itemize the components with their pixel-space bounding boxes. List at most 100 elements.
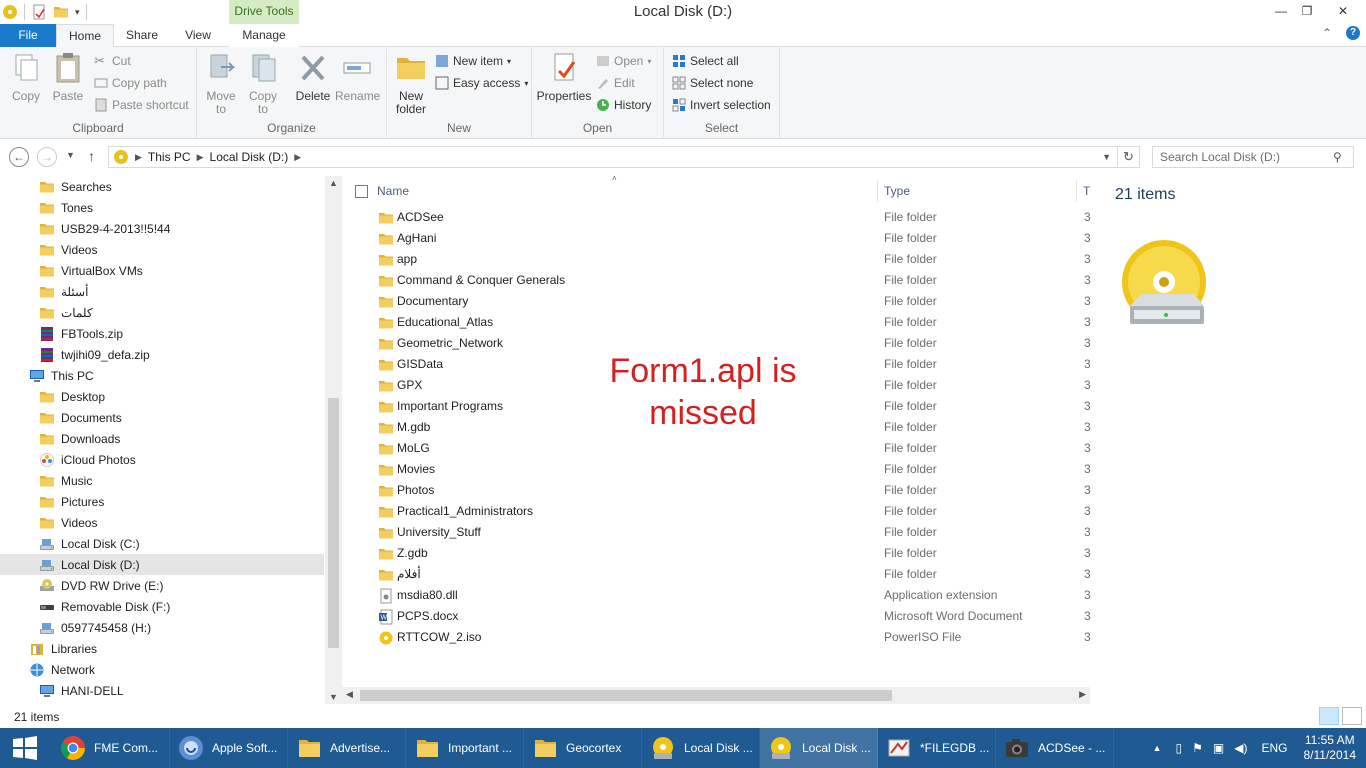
history-button[interactable]: History: [596, 95, 651, 115]
taskbar-item[interactable]: Apple Soft...: [170, 728, 288, 768]
scroll-up-icon[interactable]: ▲: [325, 178, 342, 188]
nav-tree-item[interactable]: Local Disk (C:): [0, 533, 324, 554]
network-tray-icon[interactable]: ▣: [1213, 741, 1224, 755]
tab-file[interactable]: File: [0, 24, 56, 47]
taskbar-item[interactable]: *FILEGDB ...: [878, 728, 996, 768]
nav-tree-item[interactable]: أسئلة: [0, 281, 324, 302]
breadcrumb-local-disk[interactable]: Local Disk (D:): [210, 150, 289, 164]
nav-tree-item[interactable]: Local Disk (D:): [0, 554, 324, 575]
select-none-button[interactable]: Select none: [672, 73, 753, 93]
taskbar-item[interactable]: Advertise...: [288, 728, 406, 768]
paste-shortcut-button[interactable]: Paste shortcut: [94, 95, 189, 115]
taskbar-item[interactable]: Important ...: [406, 728, 524, 768]
file-row[interactable]: Practical1_Administrators File folder 3: [374, 501, 1091, 522]
move-to-button[interactable]: Move to: [203, 51, 239, 116]
restore-button[interactable]: ❐: [1294, 0, 1320, 22]
invert-selection-button[interactable]: Invert selection: [672, 95, 771, 115]
column-header-type[interactable]: Type: [884, 180, 1074, 202]
paste-button[interactable]: Paste: [50, 51, 86, 103]
refresh-icon[interactable]: ↻: [1117, 147, 1139, 167]
copy-path-button[interactable]: Copy path: [94, 73, 167, 93]
nav-tree-item[interactable]: Videos: [0, 239, 324, 260]
file-row[interactable]: Documentary File folder 3: [374, 291, 1091, 312]
navigation-scrollbar[interactable]: ▲ ▼: [325, 176, 342, 704]
close-button[interactable]: ✕: [1320, 0, 1366, 22]
nav-tree-item[interactable]: HANI-DELL: [0, 680, 324, 701]
column-header-size[interactable]: T: [1083, 180, 1090, 202]
recent-locations-icon[interactable]: ▼: [66, 150, 75, 160]
taskbar-item[interactable]: Local Disk ...: [642, 728, 760, 768]
file-row[interactable]: app File folder 3: [374, 249, 1091, 270]
select-all-button[interactable]: Select all: [672, 51, 739, 71]
file-row[interactable]: AgHani File folder 3: [374, 228, 1091, 249]
nav-tree-item[interactable]: Removable Disk (F:): [0, 596, 324, 617]
forward-button[interactable]: →: [37, 147, 57, 167]
back-button[interactable]: ←: [9, 147, 29, 167]
breadcrumb-separator-icon[interactable]: ▶: [197, 152, 204, 163]
file-row[interactable]: MoLG File folder 3: [374, 438, 1091, 459]
tab-share[interactable]: Share: [116, 24, 168, 47]
nav-tree-item[interactable]: FBTools.zip: [0, 323, 324, 344]
nav-tree-item[interactable]: twjihi09_defa.zip: [0, 344, 324, 365]
nav-tree-item[interactable]: This PC: [0, 365, 324, 386]
taskbar-item[interactable]: FME Com...: [52, 728, 170, 768]
file-row[interactable]: Command & Conquer Generals File folder 3: [374, 270, 1091, 291]
nav-tree-item[interactable]: Pictures: [0, 491, 324, 512]
nav-tree-item[interactable]: DVD RW Drive (E:): [0, 575, 324, 596]
large-icons-view-button[interactable]: [1342, 707, 1362, 725]
new-folder-button[interactable]: New folder: [393, 51, 429, 116]
show-hidden-icons-icon[interactable]: ▲: [1153, 743, 1162, 753]
address-dropdown-icon[interactable]: ▼: [1102, 152, 1111, 162]
easy-access-button[interactable]: Easy access ▾: [435, 73, 528, 93]
tab-manage[interactable]: Manage: [229, 24, 299, 47]
nav-tree-item[interactable]: Desktop: [0, 386, 324, 407]
clock[interactable]: 11:55 AM 8/11/2014: [1304, 733, 1357, 763]
new-item-button[interactable]: New item ▾: [435, 51, 511, 71]
properties-button[interactable]: Properties: [536, 51, 592, 103]
nav-tree-item[interactable]: iCloud Photos: [0, 449, 324, 470]
nav-tree-item[interactable]: Downloads: [0, 428, 324, 449]
minimize-button[interactable]: —: [1268, 0, 1294, 22]
file-row[interactable]: RTTCOW_2.iso PowerISO File 3: [374, 627, 1091, 648]
details-view-button[interactable]: [1319, 707, 1339, 725]
copy-to-button[interactable]: Copy to: [245, 51, 281, 116]
scrollbar-thumb[interactable]: [328, 398, 339, 648]
edit-button[interactable]: Edit: [596, 73, 635, 93]
file-row[interactable]: University_Stuff File folder 3: [374, 522, 1091, 543]
file-row[interactable]: Photos File folder 3: [374, 480, 1091, 501]
tab-home[interactable]: Home: [56, 24, 114, 48]
column-divider[interactable]: [1076, 180, 1077, 202]
scroll-right-icon[interactable]: ▶: [1079, 689, 1086, 700]
volume-icon[interactable]: ◀): [1234, 741, 1247, 755]
select-all-checkbox[interactable]: [355, 185, 368, 198]
cut-button[interactable]: ✂ Cut: [94, 51, 131, 71]
column-divider[interactable]: [877, 180, 878, 202]
copy-button[interactable]: Copy: [8, 51, 44, 103]
nav-tree-item[interactable]: Network: [0, 659, 324, 680]
up-arrow-icon[interactable]: ↑: [88, 148, 95, 164]
nav-tree-item[interactable]: USB29-4-2013!!5!44: [0, 218, 324, 239]
file-row[interactable]: أفلام File folder 3: [374, 564, 1091, 585]
breadcrumb-separator-icon[interactable]: ▶: [294, 152, 301, 163]
breadcrumb-separator-icon[interactable]: ▶: [135, 152, 142, 163]
nav-tree-item[interactable]: Documents: [0, 407, 324, 428]
open-button[interactable]: Open ▾: [596, 51, 651, 71]
file-row[interactable]: Movies File folder 3: [374, 459, 1091, 480]
file-list-horizontal-scrollbar[interactable]: ◀ ▶: [342, 687, 1090, 704]
column-header-name[interactable]: Name: [377, 180, 875, 202]
taskbar-item[interactable]: Geocortex: [524, 728, 642, 768]
scroll-down-icon[interactable]: ▼: [325, 692, 342, 702]
nav-tree-item[interactable]: Tones: [0, 197, 324, 218]
language-indicator[interactable]: ENG: [1261, 741, 1287, 755]
help-icon[interactable]: ?: [1346, 26, 1360, 40]
file-row[interactable]: msdia80.dll Application extension 3: [374, 585, 1091, 606]
taskbar-item[interactable]: ACDSee - ...: [996, 728, 1114, 768]
tab-view[interactable]: View: [172, 24, 224, 47]
nav-tree-item[interactable]: Libraries: [0, 638, 324, 659]
file-row[interactable]: W PCPS.docx Microsoft Word Document 3: [374, 606, 1091, 627]
minimize-ribbon-icon[interactable]: ⌃: [1322, 26, 1332, 40]
nav-tree-item[interactable]: كلمات: [0, 302, 324, 323]
nav-tree-item[interactable]: Videos: [0, 512, 324, 533]
nav-tree-item[interactable]: Music: [0, 470, 324, 491]
search-input[interactable]: Search Local Disk (D:): [1152, 146, 1354, 168]
